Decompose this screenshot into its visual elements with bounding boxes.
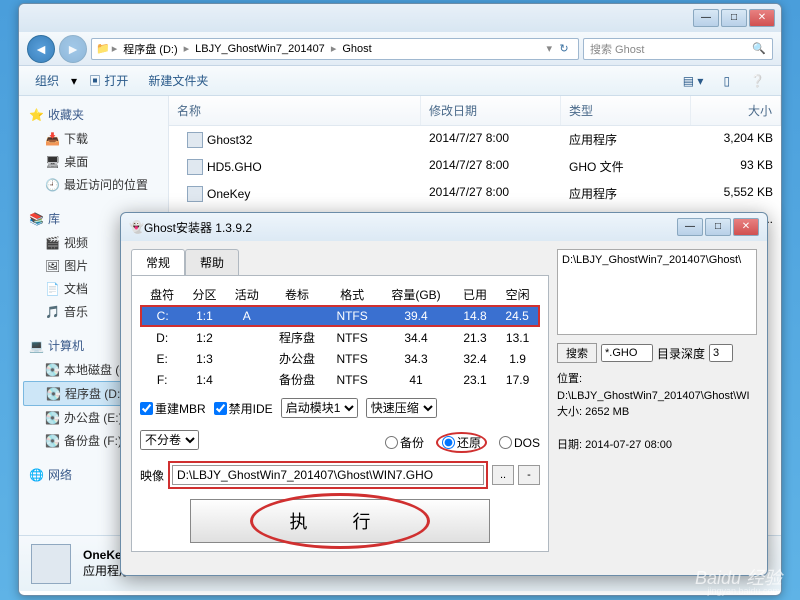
col-date[interactable]: 修改日期 (421, 96, 561, 125)
details-icon (31, 544, 71, 584)
compress-select[interactable]: 快速压缩 (366, 398, 437, 418)
th[interactable]: 盘符 (141, 284, 183, 306)
file-icon (187, 132, 203, 148)
image-label: 映像 (140, 467, 164, 484)
close-button[interactable]: ✕ (749, 9, 775, 27)
breadcrumb-seg[interactable]: 程序盘 (D:) (119, 41, 181, 57)
split-select[interactable]: 不分卷 (140, 430, 199, 450)
partition-row[interactable]: F:1:4备份盘NTFS4123.117.9 (141, 369, 539, 390)
th[interactable]: 活动 (226, 284, 268, 306)
col-size[interactable]: 大小 (691, 96, 781, 125)
execute-button[interactable]: 执 行 (190, 499, 490, 543)
help-button[interactable]: ❔ (742, 71, 773, 91)
address-toolbar: ◄ ► 📁 ▸ 程序盘 (D:) ▸ LBJY_GhostWin7_201407… (19, 32, 781, 66)
th[interactable]: 格式 (326, 284, 378, 306)
search-button[interactable]: 搜索 (557, 343, 597, 363)
partition-row[interactable]: C:1:1ANTFS39.414.824.5 (141, 306, 539, 326)
column-headers: 名称 修改日期 类型 大小 (169, 96, 781, 126)
back-button[interactable]: ◄ (27, 35, 55, 63)
partition-row[interactable]: D:1:2程序盘NTFS34.421.313.1 (141, 326, 539, 348)
command-bar: 组织 ▾ ▣ 打开 新建文件夹 ▤ ▾ ▯ ❔ (19, 66, 781, 96)
file-row[interactable]: OneKey2014/7/27 8:00应用程序5,552 KB (169, 180, 781, 207)
tab-help[interactable]: 帮助 (185, 249, 239, 275)
open-button[interactable]: ▣ 打开 (81, 69, 136, 92)
th[interactable]: 已用 (454, 284, 496, 306)
info-panel: 位置: D:\LBJY_GhostWin7_201407\Ghost\WI 大小… (557, 371, 757, 454)
preview-button[interactable]: ▯ (715, 71, 738, 91)
folder-icon: 📁 (96, 42, 110, 55)
ghost-minimize-button[interactable]: — (677, 218, 703, 236)
breadcrumb-seg[interactable]: Ghost (338, 43, 375, 55)
breadcrumb-dropdown[interactable]: ▾ (544, 42, 554, 55)
ghost-maximize-button[interactable]: □ (705, 218, 731, 236)
view-button[interactable]: ▤ ▾ (675, 71, 712, 91)
minimize-button[interactable]: — (693, 9, 719, 27)
maximize-button[interactable]: □ (721, 9, 747, 27)
depth-input[interactable] (709, 344, 733, 362)
file-icon (187, 186, 203, 202)
sidebar-item[interactable]: 📥 下载 (23, 127, 164, 150)
file-icon (187, 159, 203, 175)
boot-select[interactable]: 启动模块1 (281, 398, 358, 418)
sidebar-item[interactable]: 🕘 最近访问的位置 (23, 173, 164, 196)
partition-row[interactable]: E:1:3办公盘NTFS34.332.41.9 (141, 348, 539, 369)
radio-restore[interactable]: 还原 (442, 434, 481, 451)
th[interactable]: 空闲 (496, 284, 539, 306)
minus-button[interactable]: - (518, 465, 540, 485)
file-row[interactable]: Ghost322014/7/27 8:00应用程序3,204 KB (169, 126, 781, 153)
search-input[interactable]: 搜索 Ghost 🔍 (583, 38, 773, 60)
depth-label: 目录深度 (657, 345, 705, 362)
newfolder-button[interactable]: 新建文件夹 (140, 69, 216, 92)
ext-input[interactable] (601, 344, 653, 362)
ghost-installer-window: 👻 Ghost安装器 1.3.9.2 — □ ✕ 常规 帮助 盘符 分区 活动 … (120, 212, 768, 576)
th[interactable]: 卷标 (268, 284, 326, 306)
search-icon: 🔍 (752, 42, 766, 55)
partition-table: 盘符 分区 活动 卷标 格式 容量(GB) 已用 空闲 C:1:1ANTFS39… (140, 284, 540, 390)
radio-backup[interactable]: 备份 (385, 432, 424, 453)
breadcrumb-seg[interactable]: LBJY_GhostWin7_201407 (191, 43, 329, 55)
file-row[interactable]: HD5.GHO2014/7/27 8:00GHO 文件93 KB (169, 153, 781, 180)
mbr-checkbox[interactable]: 重建MBR (140, 400, 206, 417)
th[interactable]: 容量(GB) (378, 284, 454, 306)
refresh-icon[interactable]: ↻ (554, 42, 574, 55)
address-bar[interactable]: 📁 ▸ 程序盘 (D:) ▸ LBJY_GhostWin7_201407 ▸ G… (91, 38, 579, 60)
window-title: Ghost安装器 1.3.9.2 (144, 219, 677, 236)
forward-button[interactable]: ► (59, 35, 87, 63)
browse-button[interactable]: .. (492, 465, 514, 485)
explorer-titlebar: — □ ✕ (19, 4, 781, 32)
app-icon: 👻 (129, 220, 144, 234)
tab-normal[interactable]: 常规 (131, 249, 185, 275)
search-placeholder: 搜索 Ghost (590, 41, 644, 57)
image-path-input[interactable] (172, 465, 484, 485)
ghost-close-button[interactable]: ✕ (733, 218, 759, 236)
ide-checkbox[interactable]: 禁用IDE (214, 400, 273, 417)
th[interactable]: 分区 (183, 284, 225, 306)
radio-dos[interactable]: DOS (499, 432, 540, 453)
path-textarea[interactable]: D:\LBJY_GhostWin7_201407\Ghost\ (557, 249, 757, 335)
watermark-url: jingyan.baidu.com (707, 586, 780, 596)
organize-button[interactable]: 组织 (27, 69, 67, 92)
col-name[interactable]: 名称 (169, 96, 421, 125)
col-type[interactable]: 类型 (561, 96, 691, 125)
tab-panel: 盘符 分区 活动 卷标 格式 容量(GB) 已用 空闲 C:1:1ANTFS39… (131, 275, 549, 552)
sidebar-favorites[interactable]: ⭐ 收藏夹 (23, 102, 164, 127)
ghost-titlebar: 👻 Ghost安装器 1.3.9.2 — □ ✕ (121, 213, 767, 241)
sidebar-item[interactable]: 🖥 桌面 (23, 150, 164, 173)
